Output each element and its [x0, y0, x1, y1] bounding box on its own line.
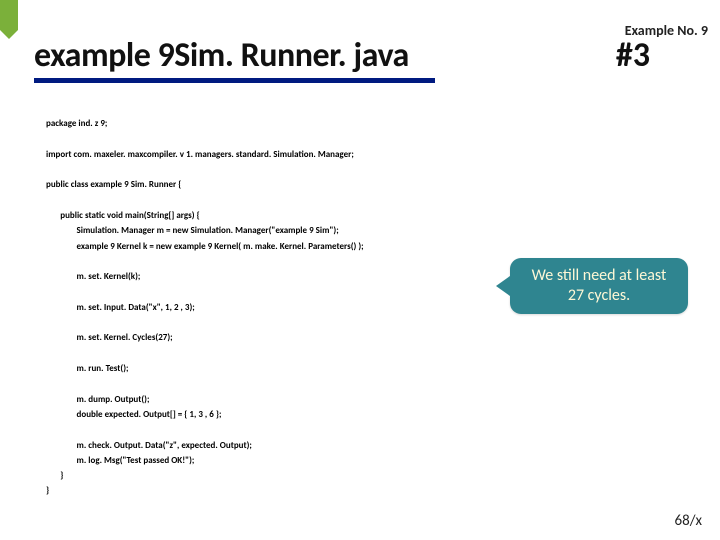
code-line: Simulation. Manager m = new Simulation. … [46, 225, 339, 236]
callout-text: We still need at least 27 cycles. [532, 266, 667, 305]
code-line: m. dump. Output(); [46, 394, 149, 405]
header-strip [0, 0, 720, 18]
code-line: double expected. Output[] = { 1, 3 , 6 }… [46, 409, 221, 420]
code-line: m. set. Kernel. Cycles(27); [46, 332, 173, 343]
title-row: example 9Sim. Runner. java #3 [0, 35, 720, 76]
code-line: package ind. z 9; [46, 118, 107, 129]
code-line: public static void main(String[] args) { [46, 210, 200, 221]
code-line: } [46, 485, 49, 496]
code-line: public class example 9 Sim. Runner { [46, 179, 181, 190]
page-title: example 9Sim. Runner. java [34, 35, 409, 76]
code-line: example 9 Kernel k = new example 9 Kerne… [46, 241, 364, 252]
code-line: import com. maxeler. maxcompiler. v 1. m… [46, 149, 354, 160]
code-line: m. log. Msg("Test passed OK!"); [46, 455, 194, 466]
page-number: 68/x [675, 512, 703, 530]
callout-bubble: We still need at least 27 cycles. [510, 258, 688, 314]
code-line: } [46, 470, 63, 481]
code-line: m. check. Output. Data("z", expected. Ou… [46, 440, 252, 451]
code-line: m. run. Test(); [46, 363, 129, 374]
code-line: m. set. Kernel(k); [46, 271, 140, 282]
code-line: m. set. Input. Data("x", 1, 2 , 3); [46, 302, 195, 313]
slide-ribbon [0, 0, 18, 30]
slide-number-hash: #3 [616, 35, 650, 76]
